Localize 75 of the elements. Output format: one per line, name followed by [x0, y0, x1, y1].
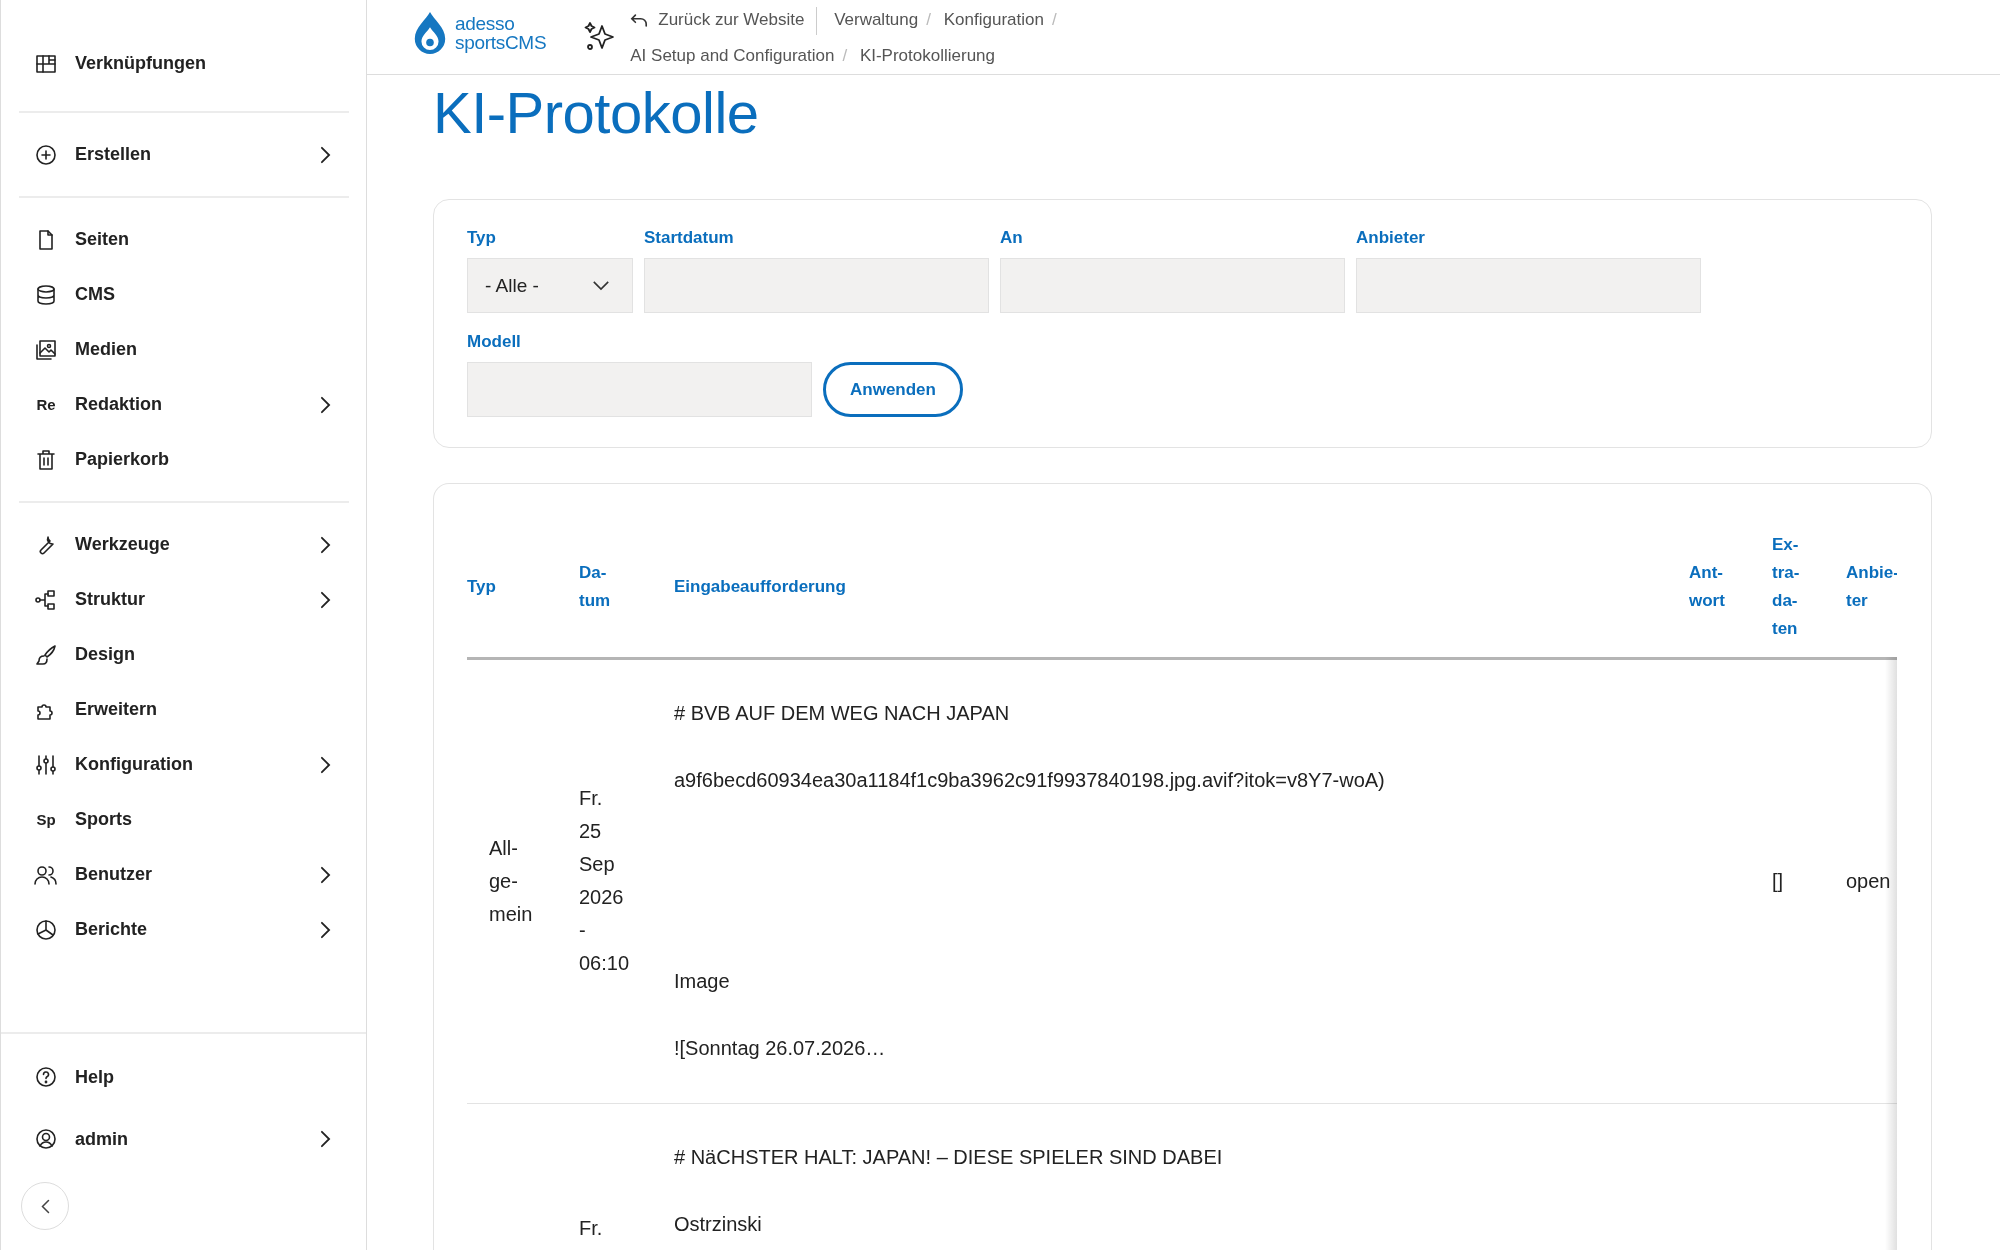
text-field[interactable]	[1000, 258, 1345, 313]
logo[interactable]: adesso sportsCMS	[411, 10, 547, 56]
chevron-left-icon	[40, 1198, 50, 1214]
return-arrow-icon	[630, 13, 649, 28]
trash-icon	[34, 447, 58, 472]
column-header[interactable]: Eingabeaufforderung	[674, 573, 846, 601]
table-cell-text: All- ge- mein	[489, 835, 533, 927]
sidebar-item[interactable]: CMS	[19, 267, 349, 322]
column-header[interactable]: Da- tum	[579, 559, 611, 615]
column-header[interactable]: Ant- wort	[1689, 559, 1725, 615]
field-label: An	[1000, 227, 1024, 249]
chevron-right-icon	[320, 395, 331, 414]
hierarchy-icon	[34, 587, 58, 612]
sidebar-item[interactable]: Konfiguration	[19, 737, 349, 792]
breadcrumb-link[interactable]: KI-Protokollierung	[859, 46, 995, 65]
field-label: Startdatum	[644, 227, 735, 249]
sidebar-item[interactable]: Erweitern	[19, 682, 349, 737]
type-select[interactable]: - Alle -	[467, 258, 633, 313]
sidebar-item[interactable]: Berichte	[19, 902, 349, 957]
chevron-right-icon	[320, 145, 331, 164]
field-label: Modell	[467, 331, 522, 353]
text-field[interactable]	[467, 362, 812, 417]
brush-icon	[34, 642, 58, 667]
plus-circle-icon	[34, 142, 58, 167]
chevron-right-icon	[320, 920, 331, 939]
table-cell-text: Fr. 25 Sep 2026 - 06:10	[579, 786, 630, 977]
column-header[interactable]: Typ	[467, 573, 496, 601]
table-cell-text: []	[1772, 868, 1784, 894]
letter-icon: Re	[34, 396, 58, 413]
chevron-right-icon	[320, 755, 331, 774]
caret-icon	[592, 280, 610, 291]
breadcrumb-separator: /	[1051, 10, 1057, 29]
help-icon	[34, 1065, 58, 1089]
breadcrumb-link[interactable]: Verwaltung	[834, 10, 919, 29]
sidebar-item[interactable]: Sp Sports	[19, 792, 349, 847]
sidebar-item[interactable]: Seiten	[19, 212, 349, 267]
chevron-right-icon	[320, 535, 331, 554]
pie-chart-icon	[34, 917, 58, 942]
sidebar-item[interactable]: Werkzeuge	[19, 517, 349, 572]
sliders-icon	[34, 752, 58, 777]
text-field[interactable]	[1356, 258, 1701, 313]
user-circle-icon	[34, 1127, 58, 1151]
sidebar-item[interactable]: Re Redaktion	[19, 377, 349, 432]
table-cell-text: Fr.	[579, 1215, 603, 1241]
field-label: Typ	[467, 227, 497, 249]
sidebar-item[interactable]: Verknüpfungen	[19, 36, 349, 91]
field-label: Anbieter	[1356, 227, 1426, 249]
breadcrumb-separator: /	[926, 10, 931, 29]
sidebar-item[interactable]: Struktur	[19, 572, 349, 627]
sidebar-item[interactable]: Erstellen	[19, 127, 349, 182]
sidebar-item[interactable]: Help	[19, 1046, 349, 1108]
database-icon	[34, 282, 58, 307]
breadcrumb-link[interactable]: Konfiguration	[943, 10, 1044, 29]
apply-button[interactable]: Anwenden	[823, 362, 963, 417]
letter-icon: Sp	[34, 811, 58, 828]
text-field[interactable]	[644, 258, 989, 313]
column-header[interactable]: Ex- tra- da- ten	[1772, 531, 1800, 643]
logo-text: adesso sportsCMS	[455, 14, 547, 52]
prompt-text: # BVB AUF DEM WEG NACH JAPAN a9f6becd60934ea30a1184f1c9ba3962c91f9937840198.jpg.avif?itok=v8Y7-woA) Image ![Sonntag 26.07.2026…	[674, 701, 1385, 1061]
chevron-right-icon	[320, 1130, 331, 1148]
chevron-right-icon	[320, 865, 331, 884]
sidebar-item[interactable]: Benutzer	[19, 847, 349, 902]
sidebar-item[interactable]: admin	[19, 1108, 349, 1170]
breadcrumb-link[interactable]: AI Setup and Configuration	[630, 46, 835, 65]
sidebar-item[interactable]: Medien	[19, 322, 349, 377]
sidebar-item[interactable]: Papierkorb	[19, 432, 349, 487]
sidebar-item[interactable]: Design	[19, 627, 349, 682]
back-link[interactable]: Zurück zur Website	[630, 10, 805, 29]
prompt-text: # NäCHSTER HALT: JAPAN! – DIESE SPIELER SIND DABEI Ostrzinski	[674, 1144, 1223, 1237]
chevron-right-icon	[320, 590, 331, 609]
breadcrumb-separator: /	[842, 46, 848, 65]
image-icon	[34, 337, 58, 362]
collapse-sidebar-button[interactable]	[21, 1182, 69, 1230]
table-cell-text: open	[1846, 868, 1891, 894]
page-title: KI-Protokolle	[433, 79, 760, 147]
